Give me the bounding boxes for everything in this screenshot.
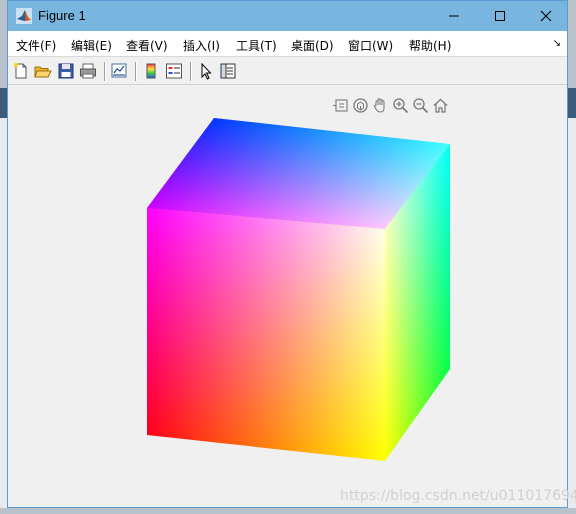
figure-window: Figure 1 文件(F) 编辑(E) 查看(V) 插入(I) 工具(T) 桌…: [7, 0, 576, 509]
cube-front-face: [147, 208, 385, 461]
watermark-text: https://blog.csdn.net/u011017694: [340, 488, 576, 504]
rgb-color-cube[interactable]: [8, 1, 569, 509]
